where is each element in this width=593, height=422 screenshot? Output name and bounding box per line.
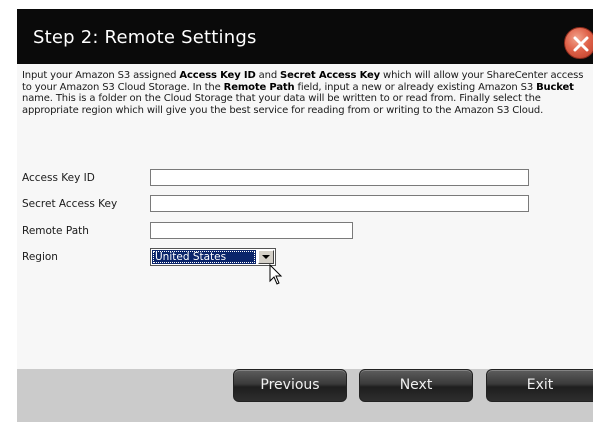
region-select[interactable]: United States (150, 248, 276, 266)
remote-path-label: Remote Path (22, 225, 89, 237)
secret-key-label: Secret Access Key (22, 198, 118, 210)
exit-button[interactable]: Exit (486, 369, 593, 402)
close-icon (573, 36, 589, 52)
remote-settings-dialog: Step 2: Remote Settings Input your Amazo… (17, 9, 593, 422)
dialog-body: Input your Amazon S3 assigned Access Key… (17, 64, 593, 369)
access-key-label: Access Key ID (22, 172, 95, 184)
dropdown-arrow[interactable] (258, 250, 274, 264)
previous-button[interactable]: Previous (233, 369, 347, 402)
secret-key-input[interactable] (150, 195, 529, 212)
region-selected-value: United States (152, 250, 256, 264)
intro-text: Input your Amazon S3 assigned Access Key… (22, 70, 584, 116)
region-label: Region (22, 251, 58, 263)
access-key-input[interactable] (150, 169, 529, 186)
mouse-pointer-icon (269, 264, 283, 285)
chevron-down-icon (262, 255, 270, 259)
remote-path-input[interactable] (150, 222, 353, 239)
dialog-titlebar: Step 2: Remote Settings (17, 9, 593, 64)
next-button[interactable]: Next (359, 369, 473, 402)
close-button[interactable] (564, 27, 593, 59)
dialog-title: Step 2: Remote Settings (33, 27, 257, 48)
